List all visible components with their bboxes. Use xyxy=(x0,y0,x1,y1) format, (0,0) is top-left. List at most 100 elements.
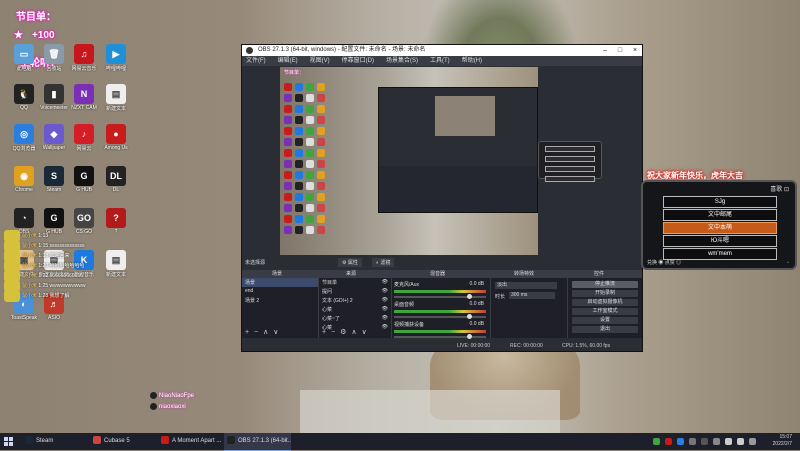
preview-stream-menu xyxy=(538,141,602,182)
source-name: 文本 (GDI+) 2 xyxy=(322,298,353,304)
control-button[interactable]: 退出 xyxy=(572,326,638,333)
preview-icon xyxy=(306,215,314,223)
tray-app-icon[interactable] xyxy=(653,438,660,445)
obs-title-bar[interactable]: OBS 27.1.3 (64-bit, windows) - 配置文件: 未命名… xyxy=(242,45,642,56)
menu-item[interactable]: 视图(V) xyxy=(310,56,330,66)
maximize-icon[interactable]: □ xyxy=(613,45,627,56)
chat-message: 鼠小米 1:13 xyxy=(22,232,48,239)
source-item[interactable]: 提问 👁 xyxy=(319,287,391,296)
preview-icon xyxy=(295,160,303,168)
taskbar-item-label: OBS 27.1.3 (64-bit... xyxy=(238,438,291,444)
desktop-icon[interactable]: ▶ 哔哩哔哩 xyxy=(96,44,136,72)
volume-icon[interactable] xyxy=(737,438,744,445)
source-item[interactable]: 心菜 👁 xyxy=(319,305,391,314)
taskbar-item[interactable]: A Moment Apart ... xyxy=(158,433,225,450)
preview-icon xyxy=(295,83,303,91)
menu-item[interactable]: 场景集合(S) xyxy=(386,56,418,66)
control-button[interactable]: 设置 xyxy=(572,317,638,324)
tray-app-icon[interactable] xyxy=(713,438,720,445)
tray-app-icon[interactable] xyxy=(677,438,684,445)
taskbar-item[interactable]: Cubase 5 xyxy=(90,433,157,450)
social-handle-text: niaoxiaoxi xyxy=(159,404,186,411)
properties-button[interactable]: ⚙ 属性 xyxy=(338,258,362,267)
taskbar-item[interactable]: OBS 27.1.3 (64-bit... xyxy=(224,433,291,451)
social-handle: NiaoNiaoFpe xyxy=(150,392,236,399)
control-button[interactable]: 开始录制 xyxy=(572,290,638,297)
source-item[interactable]: 文本 (GDI+) 2 👁 xyxy=(319,296,391,305)
preview-icon xyxy=(306,226,314,234)
volume-slider[interactable] xyxy=(394,314,486,319)
preview-icon xyxy=(284,138,292,146)
stream-menu-item: 文中邮尾 xyxy=(663,209,777,221)
control-button[interactable]: 工作室模式 xyxy=(572,308,638,315)
menu-item[interactable]: 工具(T) xyxy=(430,56,450,66)
obs-window[interactable]: OBS 27.1.3 (64-bit, windows) - 配置文件: 未命名… xyxy=(241,44,643,352)
preview-icon xyxy=(295,193,303,201)
duration-input[interactable]: 300 ms xyxy=(509,292,555,299)
scenes-dock-tools[interactable]: +−∧∨ xyxy=(245,328,283,336)
tray-app-icon[interactable] xyxy=(665,438,672,445)
music-icon: ♪ xyxy=(74,124,94,144)
menu-item[interactable]: 帮助(H) xyxy=(462,56,482,66)
source-item[interactable]: 心菜~了 👁 xyxy=(319,314,391,323)
menu-item[interactable]: 编辑(E) xyxy=(278,56,298,66)
preview-icon xyxy=(295,138,303,146)
sources-dock-tools[interactable]: +−⚙∧∨ xyxy=(322,328,372,336)
mixer-channel: 麦克风/Aux 0.0 dB xyxy=(394,281,486,299)
control-button[interactable]: 启动虚拟摄像机 xyxy=(572,299,638,306)
preview-icon xyxy=(306,204,314,212)
menu-item[interactable]: 文件(F) xyxy=(246,56,266,66)
scene-item[interactable]: 场景 xyxy=(242,278,318,287)
windows-start-icon[interactable] xyxy=(4,437,13,446)
nzxt-icon: N xyxy=(74,84,94,104)
visibility-eye-icon[interactable]: 👁 xyxy=(382,297,388,303)
chat-user: 鼠小米 xyxy=(22,283,38,289)
scene-item[interactable]: 场景 2 xyxy=(242,296,318,305)
duration-label: 时长 xyxy=(495,294,506,300)
language-icon[interactable] xyxy=(749,438,756,445)
chat-user: 鼠小米 xyxy=(22,233,38,239)
no-source-label: 未选择源 xyxy=(245,260,266,266)
chat-user: 鼠小米 xyxy=(22,263,38,269)
preview-nested-obs xyxy=(378,87,538,213)
source-name: 提问 xyxy=(322,289,333,295)
visibility-eye-icon[interactable]: 👁 xyxy=(382,279,388,285)
preview-icon xyxy=(317,149,325,157)
visibility-eye-icon[interactable]: 👁 xyxy=(382,288,388,294)
preview-icon xyxy=(306,171,314,179)
chat-message: 鼠小米 1:20 哈哈哈哈哈哈哈 xyxy=(22,262,85,269)
obs-preview[interactable]: 节目单： xyxy=(280,67,538,255)
desktop-icon[interactable]: ▤ 新建文本 xyxy=(96,84,136,112)
source-item[interactable]: 节目单 👁 xyxy=(319,278,391,287)
close-icon[interactable]: × xyxy=(628,45,642,56)
wallpaper-table xyxy=(300,390,560,433)
network-icon[interactable] xyxy=(725,438,732,445)
volume-slider[interactable] xyxy=(394,294,486,299)
filters-button[interactable]: ◐ 滤镜 xyxy=(372,258,395,267)
chat-text: 1:13 xyxy=(38,233,49,239)
visibility-eye-icon[interactable]: 👁 xyxy=(382,315,388,321)
preview-icon xyxy=(306,182,314,190)
transition-select[interactable]: 淡出 xyxy=(495,282,557,289)
visibility-eye-icon[interactable]: 👁 xyxy=(382,324,388,330)
desktop-icon[interactable]: ● Among Us xyxy=(96,124,136,151)
preview-icon xyxy=(317,138,325,146)
tray-app-icon[interactable] xyxy=(701,438,708,445)
obs-status-bar: LIVE: 00:00:00 REC: 00:00:00 CPU: 1.5%, … xyxy=(242,342,642,351)
volume-slider[interactable] xyxy=(394,334,486,339)
minimize-icon[interactable]: – xyxy=(598,45,612,56)
scenes-dock: 场景 end 场景 2 +−∧∨ xyxy=(242,278,319,338)
controls-dock-title: 控件 xyxy=(594,271,605,277)
taskbar-item[interactable]: Steam xyxy=(22,433,89,450)
steam-icon: S xyxy=(44,166,64,186)
tray-app-icon[interactable] xyxy=(689,438,696,445)
menu-item[interactable]: 停靠窗口(D) xyxy=(342,56,374,66)
visibility-eye-icon[interactable]: 👁 xyxy=(382,306,388,312)
chat-text: 1:20 哈哈哈哈哈哈哈 xyxy=(38,263,85,269)
scene-item[interactable]: end xyxy=(242,287,318,296)
clock[interactable]: 15:07 2022/2/7 xyxy=(773,434,792,448)
stream-menu-overlay: 祝大家新年快乐，虎年大吉 喜歌 ⊡ SJg 文中邮尾 文中本萌 Ю斗嗯 wm'mem 兑… xyxy=(637,170,797,270)
app-icon: DL xyxy=(106,166,126,186)
desktop-icon[interactable]: DL DL xyxy=(96,166,136,193)
control-button[interactable]: 停止推流 xyxy=(572,281,638,288)
